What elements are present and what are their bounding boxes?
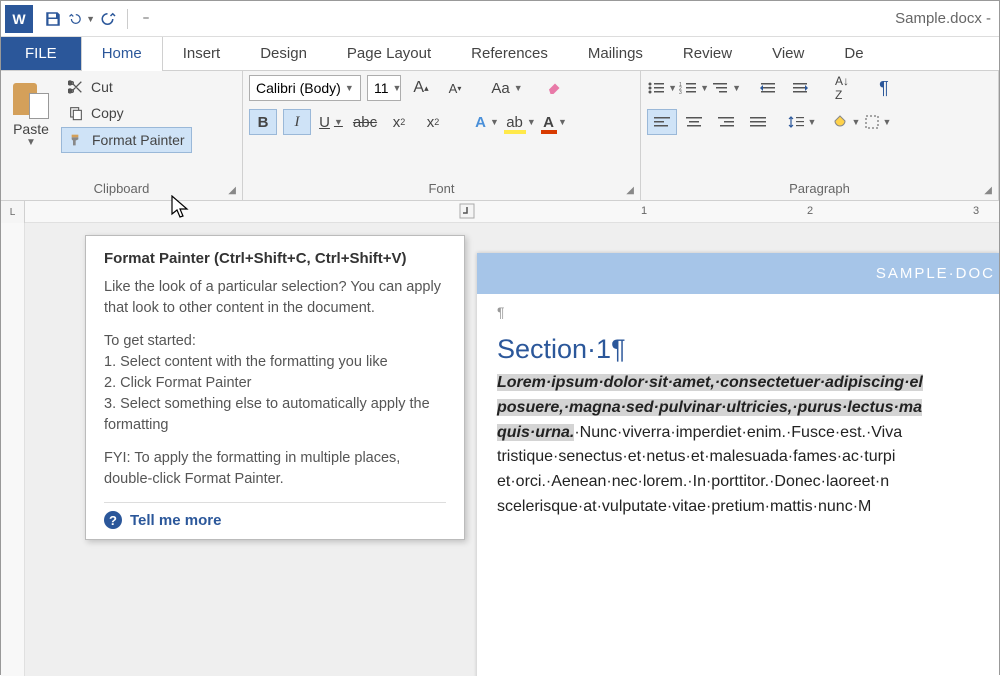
format-painter-label: Format Painter [92, 132, 185, 148]
paragraph-launcher[interactable]: ◢ [984, 185, 992, 196]
tab-page-layout[interactable]: Page Layout [327, 37, 451, 70]
decrease-indent-button[interactable] [753, 75, 783, 101]
tab-references[interactable]: References [451, 37, 568, 70]
underline-button[interactable]: U▼ [317, 109, 345, 135]
tab-developer[interactable]: De [824, 37, 883, 70]
qat-customize-button[interactable]: ⎯ [132, 5, 160, 33]
shading-button[interactable]: ▼ [831, 109, 861, 135]
scissors-icon [67, 78, 85, 96]
tooltip-p2: To get started: [104, 333, 196, 349]
group-label-clipboard: Clipboard [7, 179, 236, 200]
ruler-area: L 1 2 3 [1, 201, 999, 223]
page[interactable]: SAMPLE·DOC ¶ Section·1¶ Lorem·ipsum·dolo… [477, 253, 999, 676]
show-marks-button[interactable]: ¶ [869, 75, 899, 101]
save-button[interactable] [39, 5, 67, 33]
ribbon: Paste ▼ Cut Copy [1, 71, 999, 201]
undo-button[interactable]: ▼ [67, 5, 95, 33]
subscript-button[interactable]: x2 [385, 109, 413, 135]
group-paragraph: ▼ 123▼ ▼ A↓Z ¶ ▼ ▼ ▼ [641, 71, 999, 200]
strikethrough-button[interactable]: abc [351, 109, 379, 135]
pilcrow-mark: ¶ [477, 294, 999, 320]
paste-button[interactable]: Paste ▼ [7, 75, 55, 153]
tooltip-step3: 3. Select something else to automaticall… [104, 396, 430, 433]
bullets-button[interactable]: ▼ [647, 75, 677, 101]
body-text[interactable]: Lorem·ipsum·dolor·sit·amet,·consectetuer… [477, 371, 999, 520]
help-icon: ? [104, 511, 122, 529]
paste-label: Paste [13, 121, 49, 137]
paintbrush-icon [68, 131, 86, 149]
ruler-mark-3: 3 [973, 205, 979, 217]
font-launcher[interactable]: ◢ [626, 185, 634, 196]
sort-button[interactable]: A↓Z [827, 75, 857, 101]
tab-view[interactable]: View [752, 37, 824, 70]
document-title: Sample.docx - [160, 10, 995, 27]
bold-button[interactable]: B [249, 109, 277, 135]
highlight-button[interactable]: ab▼ [507, 109, 535, 135]
copy-icon [67, 104, 85, 122]
tab-selector-icon[interactable] [459, 203, 475, 219]
align-center-button[interactable] [679, 109, 709, 135]
tell-me-more-link[interactable]: Tell me more [130, 512, 221, 529]
copy-label: Copy [91, 105, 124, 121]
tab-home[interactable]: Home [81, 37, 163, 70]
svg-text:3: 3 [679, 90, 682, 95]
document-header-band: SAMPLE·DOC [477, 253, 999, 294]
section-heading[interactable]: Section·1¶ [477, 320, 999, 371]
font-size-value: 11 [374, 80, 389, 96]
tooltip-body: Like the look of a particular selection?… [104, 277, 446, 490]
font-size-select[interactable]: 11▼ [367, 75, 401, 101]
italic-button[interactable]: I [283, 109, 311, 135]
tooltip-title: Format Painter (Ctrl+Shift+C, Ctrl+Shift… [104, 250, 446, 267]
superscript-button[interactable]: x2 [419, 109, 447, 135]
clipboard-launcher[interactable]: ◢ [228, 185, 236, 196]
copy-button[interactable]: Copy [61, 101, 192, 125]
tab-design[interactable]: Design [240, 37, 327, 70]
group-clipboard: Paste ▼ Cut Copy [1, 71, 243, 200]
ruler-corner[interactable]: L [1, 201, 25, 223]
ruler-mark-2: 2 [807, 205, 813, 217]
ribbon-tabs: FILE Home Insert Design Page Layout Refe… [1, 37, 999, 71]
clear-formatting-button[interactable] [541, 75, 569, 101]
justify-button[interactable] [743, 109, 773, 135]
format-painter-tooltip: Format Painter (Ctrl+Shift+C, Ctrl+Shift… [85, 235, 465, 540]
font-color-button[interactable]: A▼ [541, 109, 569, 135]
cut-button[interactable]: Cut [61, 75, 192, 99]
align-left-button[interactable] [647, 109, 677, 135]
word-app-icon: W [5, 5, 33, 33]
shrink-font-button[interactable]: A▾ [441, 75, 469, 101]
vertical-ruler[interactable] [1, 223, 25, 676]
align-right-button[interactable] [711, 109, 741, 135]
group-label-font: Font [249, 179, 634, 200]
text-effects-button[interactable]: A▼ [473, 109, 501, 135]
group-label-paragraph: Paragraph [647, 179, 992, 200]
cut-label: Cut [91, 79, 113, 95]
multilevel-list-button[interactable]: ▼ [711, 75, 741, 101]
format-painter-button[interactable]: Format Painter [61, 127, 192, 153]
group-font: Calibri (Body)▼ 11▼ A▴ A▾ Aa▼ B I U▼ abc [243, 71, 641, 200]
tooltip-step1: 1. Select content with the formatting yo… [104, 354, 388, 370]
chevron-down-icon: ▼ [26, 137, 36, 148]
titlebar: W ▼ ⎯ Sample.docx - [1, 1, 999, 37]
tab-review[interactable]: Review [663, 37, 752, 70]
ruler-mark-1: 1 [641, 205, 647, 217]
change-case-button[interactable]: Aa▼ [493, 75, 521, 101]
redo-button[interactable] [95, 5, 123, 33]
horizontal-ruler[interactable]: 1 2 3 [25, 201, 999, 222]
tab-file[interactable]: FILE [1, 37, 81, 70]
grow-font-button[interactable]: A▴ [407, 75, 435, 101]
tooltip-p3: FYI: To apply the formatting in multiple… [104, 448, 446, 490]
qat-separator [127, 9, 128, 29]
tab-insert[interactable]: Insert [163, 37, 241, 70]
font-name-value: Calibri (Body) [256, 80, 341, 96]
numbering-button[interactable]: 123▼ [679, 75, 709, 101]
tooltip-step2: 2. Click Format Painter [104, 375, 251, 391]
tab-mailings[interactable]: Mailings [568, 37, 663, 70]
borders-button[interactable]: ▼ [863, 109, 893, 135]
paste-icon [13, 79, 49, 119]
font-name-select[interactable]: Calibri (Body)▼ [249, 75, 361, 101]
line-spacing-button[interactable]: ▼ [787, 109, 817, 135]
tooltip-p1: Like the look of a particular selection?… [104, 277, 446, 319]
increase-indent-button[interactable] [785, 75, 815, 101]
